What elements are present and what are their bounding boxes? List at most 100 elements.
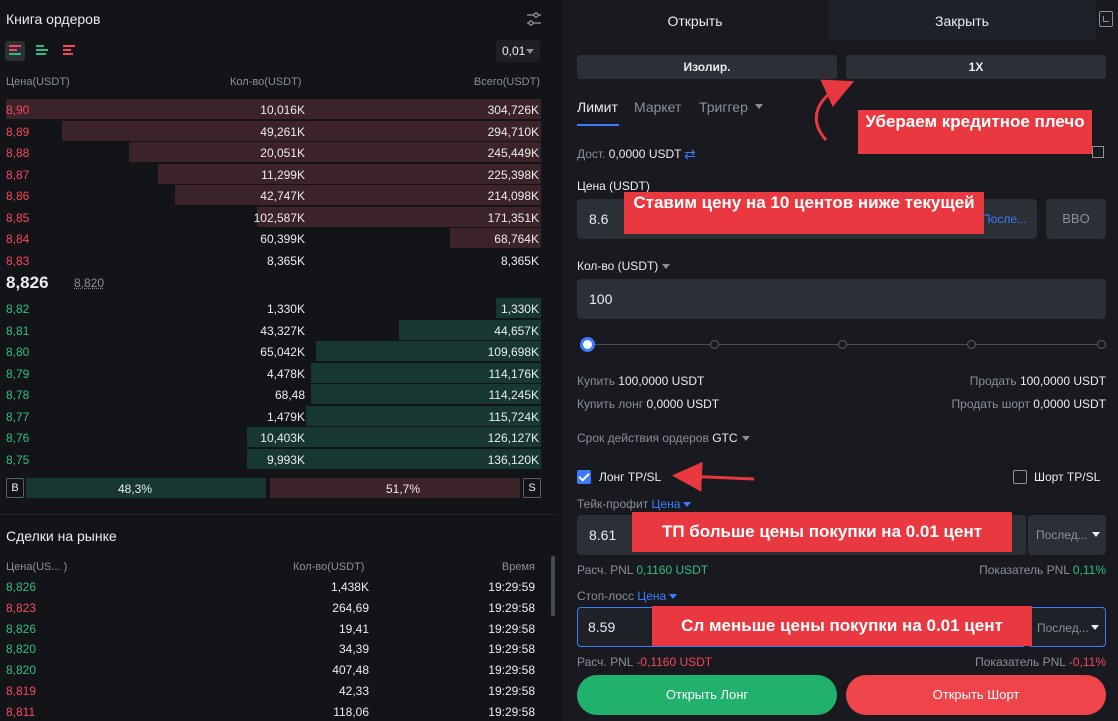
sl-type-select[interactable]: Цена (637, 589, 666, 603)
bbo-button[interactable]: BBO (1046, 199, 1106, 239)
ask-qty: 10,016K (260, 103, 305, 117)
calculator-icon[interactable] (1099, 11, 1113, 27)
ask-row[interactable]: 8,90 10,016K 304,726K (0, 99, 541, 120)
bid-qty: 68,48 (274, 388, 305, 402)
ask-row[interactable]: 8,87 11,299K 225,398K (0, 163, 541, 185)
qty-slider-handle[interactable] (580, 337, 595, 352)
tab-close[interactable]: Закрыть (828, 0, 1096, 40)
ask-row[interactable]: 8,88 20,051K 245,449K (0, 142, 541, 163)
open-long-button[interactable]: Открыть Лонг (577, 675, 837, 715)
sell-short-amount: Продать шорт 0,0000 USDT (952, 397, 1106, 411)
trade-price: 8,811 (6, 704, 36, 719)
bid-row[interactable]: 8,79 4,478K 114,176K (0, 362, 541, 384)
bid-qty: 4,478K (266, 366, 305, 381)
open-short-button[interactable]: Открыть Шорт (846, 675, 1106, 715)
last-price-link[interactable]: После... (982, 212, 1027, 226)
time-in-force-select[interactable]: Срок действия ордеров GTC (577, 431, 750, 445)
ask-row[interactable]: 8,83 8,365K 8,365K (0, 250, 541, 271)
sl-trigger-select[interactable]: Послед... (1028, 607, 1106, 647)
trade-time: 19:29:58 (488, 642, 535, 657)
ask-qty: 60,399K (260, 232, 305, 246)
margin-mode-button[interactable]: Изолир. (577, 55, 837, 79)
chevron-down-icon[interactable] (755, 104, 763, 109)
ask-price: 8,89 (6, 124, 30, 139)
table-row: 8,823 264,69 19:29:58 (0, 601, 541, 622)
bid-price: 8,81 (6, 323, 30, 338)
bid-total: 136,120K (487, 452, 539, 467)
price-label: Цена (USDT) (577, 179, 650, 193)
trade-price: 8,820 (6, 642, 37, 657)
view-both-icon[interactable] (5, 41, 25, 61)
qty-input[interactable]: 100 (577, 279, 1106, 319)
bid-row[interactable]: 8,78 68,48 114,245K (0, 384, 541, 405)
sell-marker: S (523, 478, 541, 498)
table-row: 8,820 34,39 19:29:58 (0, 642, 541, 663)
ask-row[interactable]: 8,85 102,587K 171,351K (0, 206, 541, 228)
ask-row[interactable]: 8,89 49,261K 294,710K (0, 120, 541, 142)
bid-total: 114,245K (488, 388, 540, 402)
bid-price: 8,78 (6, 388, 30, 402)
sl-ratio-label: Показатель PNL (975, 655, 1066, 669)
bid-total: 1,330K (500, 302, 539, 316)
tp-pnl-label: Расч. PNL (577, 563, 633, 577)
tp-trigger-select[interactable]: Послед... (1028, 515, 1106, 555)
bid-row[interactable]: 8,76 10,403K 126,127K (0, 427, 541, 448)
precision-select[interactable]: 0,01 (496, 40, 540, 62)
sl-trigger-value: Послед... (1037, 621, 1089, 635)
leverage-button[interactable]: 1X (846, 55, 1106, 79)
bid-price: 8,75 (6, 452, 30, 467)
available-balance: Дост. 0,0000 USDT (577, 147, 681, 161)
trade-qty: 118,06 (333, 704, 369, 719)
bid-qty: 10,403K (260, 431, 305, 445)
long-tpsl-checkbox[interactable] (577, 470, 591, 484)
sl-pnl-ratio: Показатель PNL -0,11% (975, 655, 1106, 669)
sl-pnl-label: Расч. PNL (577, 655, 633, 669)
tab-trigger[interactable]: Триггер (699, 99, 748, 115)
bid-price: 8,82 (6, 302, 30, 316)
qty-label[interactable]: Кол-во (USDT) (577, 259, 671, 273)
ask-total: 245,449K (487, 146, 539, 160)
trades-header-time: Время (501, 561, 535, 573)
tab-open[interactable]: Открыть (562, 0, 828, 40)
bid-row[interactable]: 8,77 1,479K 115,724K (0, 405, 541, 427)
sl-label: Стоп-лосс Цена (577, 589, 678, 603)
tp-type-select[interactable]: Цена (652, 497, 681, 511)
trade-qty: 1,438K (330, 580, 369, 594)
bid-row[interactable]: 8,81 43,327K 44,657K (0, 319, 541, 341)
view-bids-icon[interactable] (32, 41, 52, 61)
sl-pnl-value: -0,1160 USDT (636, 655, 713, 669)
annotation-leverage: Убераем кредитное плечо (858, 110, 1092, 154)
trade-time: 19:29:58 (488, 704, 535, 719)
settings-sliders-icon[interactable] (525, 10, 543, 28)
slider-step[interactable] (967, 340, 976, 349)
tp-ratio-label: Показатель PNL (979, 563, 1070, 577)
sl-price-value: 8.59 (588, 619, 616, 635)
slider-step[interactable] (838, 340, 847, 349)
bid-row[interactable]: 8,82 1,330K 1,330K (0, 298, 541, 319)
ask-price: 8,84 (6, 232, 30, 246)
buy-amount: Купить 100,0000 USDT (577, 374, 704, 388)
chevron-down-icon[interactable] (683, 502, 692, 508)
bid-row[interactable]: 8,80 65,042K 109,698K (0, 341, 541, 362)
left-panel: Книга ордеров 0,01 Цена(USDT) Кол-во(USD… (0, 0, 556, 721)
view-asks-icon[interactable] (59, 41, 79, 61)
slider-step[interactable] (1097, 340, 1106, 349)
transfer-icon[interactable]: ⇄ (684, 146, 696, 163)
active-tab-indicator (577, 124, 619, 126)
available-label: Дост. (577, 147, 606, 161)
bid-total: 44,657K (494, 323, 539, 338)
annotation-price: Ставим цену на 10 центов ниже текущей (624, 192, 984, 234)
tif-label: Срок действия ордеров (577, 431, 709, 445)
tab-market[interactable]: Маркет (634, 99, 681, 115)
tab-limit[interactable]: Лимит (577, 99, 618, 115)
image-icon[interactable] (1092, 146, 1104, 158)
slider-step[interactable] (710, 340, 719, 349)
chevron-down-icon[interactable] (669, 594, 678, 600)
trades-scrollbar[interactable] (551, 556, 555, 616)
bid-row[interactable]: 8,75 9,993K 136,120K (0, 448, 541, 470)
ask-row[interactable]: 8,84 60,399K 68,764K (0, 228, 541, 249)
short-tpsl-checkbox[interactable] (1013, 470, 1027, 484)
ask-qty: 8,365K (266, 253, 305, 268)
ask-row[interactable]: 8,86 42,747K 214,098K (0, 185, 541, 206)
table-row: 8,826 1,438K 19:29:59 (0, 580, 541, 601)
